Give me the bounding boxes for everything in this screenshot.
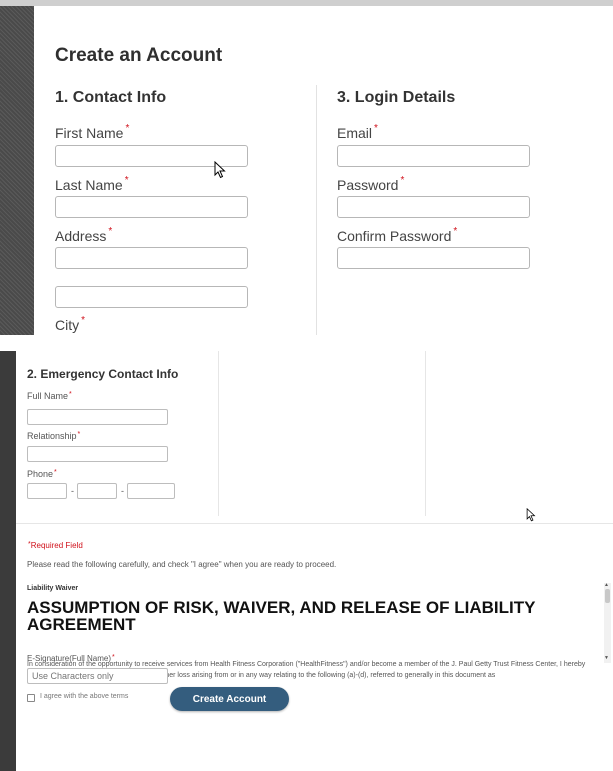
agree-checkbox[interactable] [27,694,35,702]
phone-separator: - [121,486,124,496]
address-line2-input[interactable] [55,286,248,308]
required-marker: * [374,123,378,134]
address-label: Address * [55,226,113,244]
esignature-input[interactable] [27,668,168,684]
city-label-text: City [55,317,80,333]
page-title: Create an Account [55,45,223,66]
password-label-text: Password [337,177,399,193]
phone-prefix-input[interactable] [77,483,117,499]
phone-area-code-input[interactable] [27,483,67,499]
required-field-note-text: Required Field [30,541,83,550]
create-account-button[interactable]: Create Account [170,687,289,711]
required-marker: * [400,175,405,186]
password-label: Password * [337,175,405,193]
esignature-label: E-Signature(Full Name)* [27,654,115,663]
email-input[interactable] [337,145,530,167]
emergency-full-name-label: Full Name* [27,391,72,401]
required-marker: * [77,431,81,438]
column-divider [218,351,219,516]
password-input[interactable] [337,196,530,218]
section-gap [0,335,613,351]
column-divider [316,85,317,335]
column-divider [425,351,426,516]
required-field-note: *Required Field [27,541,83,550]
address-label-text: Address [55,228,107,244]
email-label-text: Email [337,125,373,141]
login-details-heading: 3. Login Details [337,89,456,106]
last-name-input[interactable] [55,196,248,218]
left-sidebar-stripe [0,6,34,335]
email-label: Email * [337,123,378,141]
mouse-cursor-icon [526,508,536,522]
last-name-label-text: Last Name [55,177,123,193]
instructions-text: Please read the following carefully, and… [27,560,337,569]
phone-label: Phone* [27,469,57,479]
emergency-full-name-label-text: Full Name [27,391,69,401]
emergency-full-name-input[interactable] [27,409,168,425]
account-form-top-panel: Create an Account 1. Contact Info First … [0,0,613,335]
phone-line-number-input[interactable] [127,483,175,499]
required-marker: * [112,654,115,661]
relationship-label: Relationship* [27,431,80,441]
required-marker: * [125,123,130,134]
last-name-label: Last Name * [55,175,129,193]
first-name-label: First Name * [55,123,130,141]
confirm-password-label-text: Confirm Password [337,228,452,244]
waiver-title: ASSUMPTION OF RISK, WAIVER, AND RELEASE … [27,598,536,634]
first-name-label-text: First Name [55,125,124,141]
address-line1-input[interactable] [55,247,248,269]
relationship-label-text: Relationship [27,431,77,441]
scroll-up-arrow-icon[interactable]: ▲ [604,583,609,588]
scroll-down-arrow-icon[interactable]: ▼ [604,656,609,661]
required-marker: * [108,226,113,237]
relationship-input[interactable] [27,446,168,462]
mouse-cursor-icon [214,161,226,179]
required-marker: * [124,175,129,186]
section-divider [16,523,613,524]
agree-label[interactable]: I agree with the above terms [40,693,128,700]
account-form-bottom-panel: 2. Emergency Contact Info Full Name* Rel… [0,351,613,771]
required-marker: * [453,226,458,237]
waiver-label: Liability Waiver [27,585,79,592]
city-label: City * [55,315,86,333]
contact-info-heading: 1. Contact Info [55,89,167,106]
required-marker: * [69,391,72,398]
confirm-password-input[interactable] [337,247,530,269]
waiver-scrollbar[interactable]: ▲ ▼ [604,583,611,663]
confirm-password-label: Confirm Password * [337,226,458,244]
top-bar [0,0,613,6]
scrollbar-thumb[interactable] [605,589,610,603]
esignature-label-text: E-Signature(Full Name) [27,654,112,663]
required-marker: * [81,315,86,326]
phone-separator: - [71,486,74,496]
phone-label-text: Phone [27,469,54,479]
required-marker: * [54,469,57,476]
emergency-contact-heading: 2. Emergency Contact Info [27,367,179,381]
left-sidebar-dark [0,351,16,771]
